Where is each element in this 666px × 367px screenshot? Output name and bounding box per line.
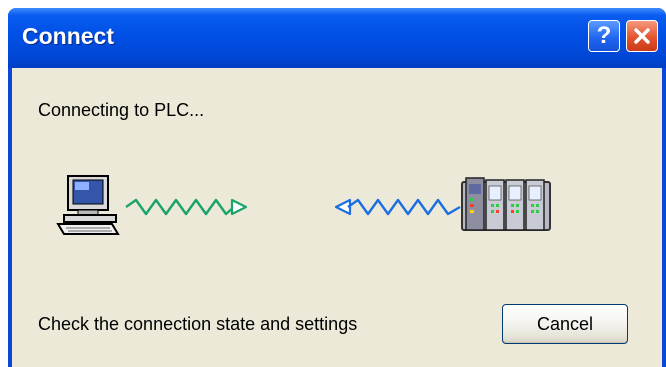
plc-icon xyxy=(461,177,551,231)
help-button[interactable]: ? xyxy=(588,20,620,52)
signal-wave-right-icon xyxy=(125,198,248,216)
help-label: ? xyxy=(596,22,612,49)
dialog-body: Connecting to PLC... Check the connectio… xyxy=(12,68,662,367)
connect-dialog: Connect ? Connecting to PLC... Check the… xyxy=(8,8,666,367)
signal-wave-left-icon xyxy=(334,198,461,216)
window-title: Connect xyxy=(22,23,114,49)
close-icon xyxy=(634,28,650,44)
cancel-button[interactable]: Cancel xyxy=(502,304,628,344)
connection-message: Check the connection state and settings xyxy=(38,314,358,334)
close-button[interactable] xyxy=(626,20,658,52)
computer-icon xyxy=(56,175,120,235)
status-text: Connecting to PLC... xyxy=(38,100,205,120)
title-bar[interactable]: Connect ? xyxy=(8,8,666,68)
